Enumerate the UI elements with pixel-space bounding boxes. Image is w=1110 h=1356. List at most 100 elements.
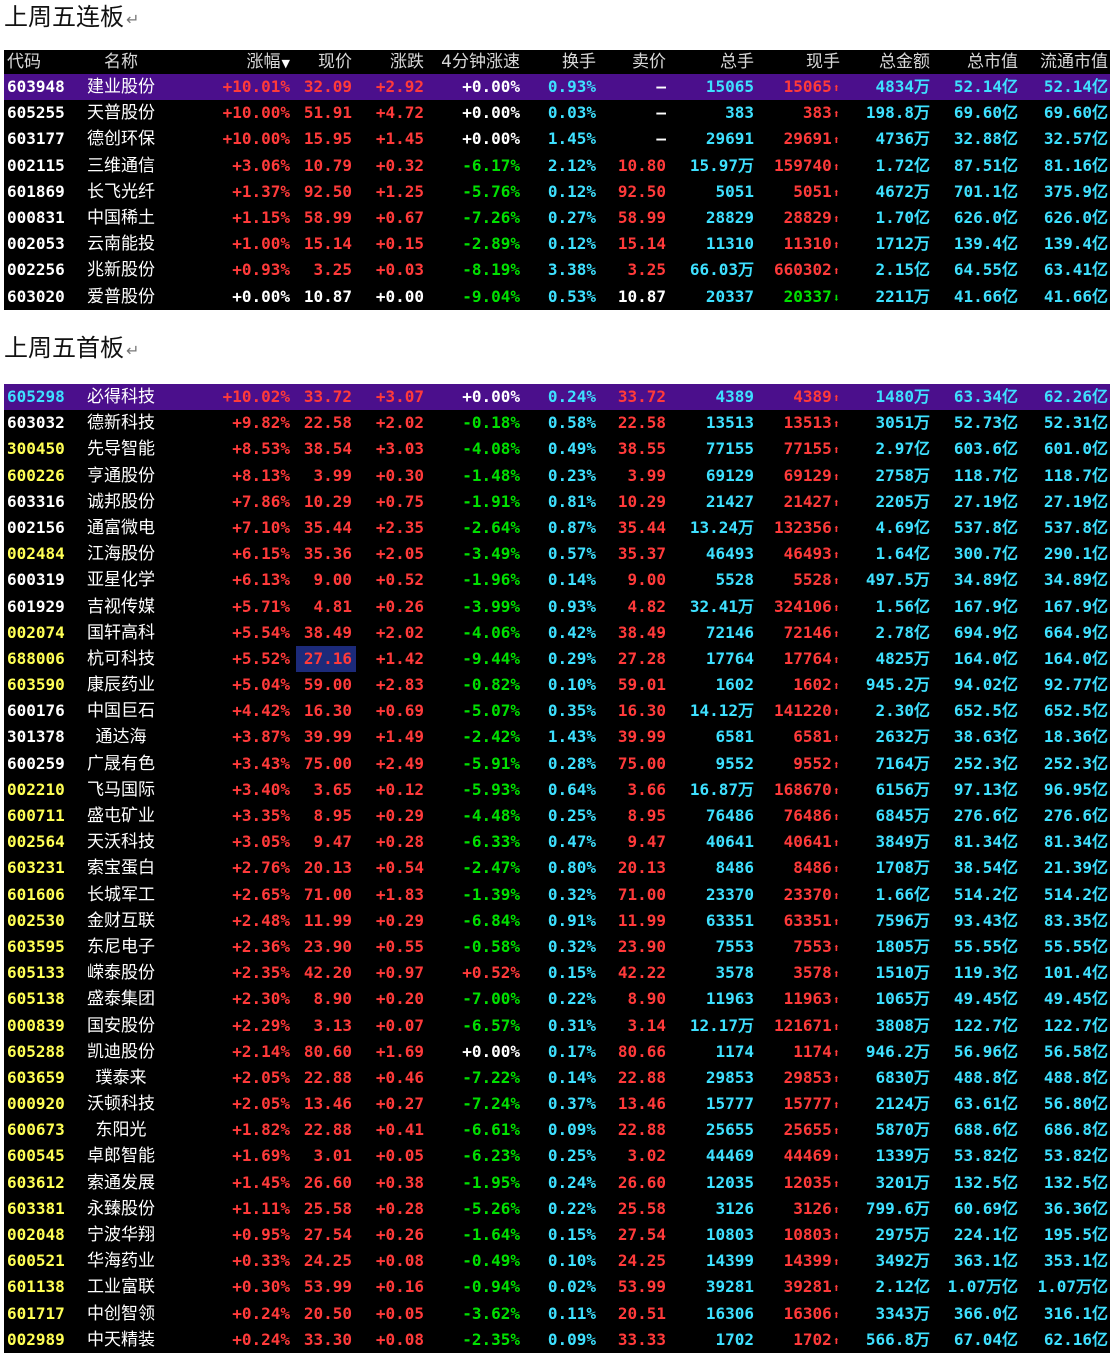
cell-code: 002074 [4, 620, 76, 646]
table-row[interactable]: 002053 云南能投 +1.00% 15.14 +0.15 -2.89% 0.12% 15.… [4, 231, 1110, 257]
cell-sell-value: 3.66 [627, 779, 666, 799]
table-row[interactable]: 002989 中天精装 +0.24% 33.30 +0.08 -2.35% 0.09% 33.… [4, 1327, 1110, 1353]
sort-down-icon[interactable]: ▼ [282, 52, 290, 74]
table-row[interactable]: 002210 飞马国际 +3.40% 3.65 +0.12 -5.93% 0.64% 3.66… [4, 777, 1110, 803]
table-row[interactable]: 603381 永臻股份 +1.11% 25.58 +0.28 -5.26% 0.22% 25.… [4, 1196, 1110, 1222]
table-row[interactable]: 603177 德创环保 +10.00% 15.95 +1.45 +0.00% 1.45% – 2… [4, 126, 1110, 152]
table-row[interactable]: 603590 康辰药业 +5.04% 59.00 +2.83 -0.82% 0.10% 59.… [4, 672, 1110, 698]
table-row[interactable]: 603020 爱普股份 +0.00% 10.87 +0.00 -9.04% 0.53% 10.… [4, 284, 1110, 310]
table-row[interactable]: 603316 诚邦股份 +7.86% 10.29 +0.75 -1.91% 0.81% 10.… [4, 489, 1110, 515]
cell-vol: 7553 [674, 934, 758, 960]
table-row[interactable]: 002256 兆新股份 +0.93% 3.25 +0.03 -8.19% 3.38% 3.25… [4, 257, 1110, 283]
table-row[interactable]: 301378 通达海 +3.87% 39.99 +1.49 -2.42% 1.43% 39.9… [4, 724, 1110, 750]
cell-sell: 35.44 [604, 515, 674, 541]
cell-sell: 59.01 [604, 672, 674, 698]
table-row[interactable]: 605133 嵘泰股份 +2.35% 42.20 +0.97 +0.52% 0.15% 42.… [4, 960, 1110, 986]
table-row[interactable]: 603948 建业股份 +10.01% 32.09 +2.92 +0.00% 0.93% – 1… [4, 74, 1110, 101]
table-row[interactable]: 600259 广晟有色 +3.43% 75.00 +2.49 -5.91% 0.28% 75.… [4, 751, 1110, 777]
cell-amt-value: 6156万 [875, 779, 930, 799]
cell-sell: 3.25 [604, 257, 674, 283]
column-header-cur[interactable]: 现手 [758, 50, 842, 74]
table-row[interactable]: 000920 沃顿科技 +2.05% 13.46 +0.27 -7.24% 0.37% 13.… [4, 1091, 1110, 1117]
table-row[interactable]: 600545 卓郎智能 +1.69% 3.01 +0.05 -6.23% 0.25% 3.02… [4, 1143, 1110, 1169]
table-row[interactable]: 601869 长飞光纤 +1.37% 92.50 +1.25 -5.76% 0.12% 92.… [4, 179, 1110, 205]
cell-vol-value: 15065 [705, 77, 754, 96]
cell-speed-value: -3.62% [462, 1303, 520, 1323]
cell-mcap-value: 38.63亿 [953, 727, 1018, 747]
table-row[interactable]: 300450 先导智能 +8.53% 38.54 +3.03 -4.08% 0.49% 38.… [4, 436, 1110, 462]
cell-pct-value: +0.33% [232, 1251, 290, 1271]
cell-turn-value: 0.22% [547, 989, 596, 1009]
column-header-price[interactable]: 现价 [296, 50, 356, 74]
table-row[interactable]: 603032 德新科技 +9.82% 22.58 +2.02 -0.18% 0.58% 22.… [4, 410, 1110, 436]
table-row[interactable]: 605288 凯迪股份 +2.14% 80.60 +1.69 +0.00% 0.17% 80.… [4, 1039, 1110, 1065]
table-row[interactable]: 605298 必得科技 +10.02% 33.72 +3.07 +0.00% 0.24% 33… [4, 384, 1110, 411]
cell-sell: 4.82 [604, 594, 674, 620]
column-header-code[interactable]: 代码 [4, 50, 76, 74]
table-row[interactable]: 601717 中创智领 +0.24% 20.50 +0.05 -3.62% 0.11% 20.… [4, 1301, 1110, 1327]
table-row[interactable]: 002484 江海股份 +6.15% 35.36 +2.05 -3.49% 0.57% 35.… [4, 541, 1110, 567]
table-row[interactable]: 000831 中国稀土 +1.15% 58.99 +0.67 -7.26% 0.27% 58.… [4, 205, 1110, 231]
table-row[interactable]: 002048 宁波华翔 +0.95% 27.54 +0.26 -1.64% 0.15% 27.… [4, 1222, 1110, 1248]
cell-code: 002256 [4, 257, 76, 283]
cell-code-value: 600176 [7, 701, 65, 721]
cell-price-value: 75.00 [303, 753, 352, 773]
cell-vol: 12.17万 [674, 1013, 758, 1039]
column-header-amt[interactable]: 总金额 [842, 50, 932, 74]
cell-turn: 0.10% [526, 672, 604, 698]
cell-chg: +3.07 [356, 384, 426, 410]
cell-turn: 0.80% [526, 855, 604, 881]
table-row[interactable]: 600673 东阳光 +1.82% 22.88 +0.41 -6.61% 0.09% 22.8… [4, 1117, 1110, 1143]
cell-amt-value: 3201万 [875, 1172, 930, 1192]
column-header-mcap[interactable]: 总市值 [932, 50, 1020, 74]
cell-sell: 8.95 [604, 803, 674, 829]
table-row[interactable]: 605138 盛泰集团 +2.30% 8.90 +0.20 -7.00% 0.22% 8.90… [4, 986, 1110, 1012]
cell-chg-value: +0.07 [375, 1015, 424, 1035]
cell-amt: 1339万 [842, 1143, 932, 1169]
table-row[interactable]: 600319 亚星化学 +6.13% 9.00 +0.52 -1.96% 0.14% 9.00… [4, 567, 1110, 593]
table-row[interactable]: 600226 亨通股份 +8.13% 3.99 +0.30 -1.48% 0.23% 3.99… [4, 463, 1110, 489]
table-row[interactable]: 002564 天沃科技 +3.05% 9.47 +0.28 -6.33% 0.47% 9.47… [4, 829, 1110, 855]
cell-code: 603948 [4, 74, 76, 100]
table-row[interactable]: 600711 盛屯矿业 +3.35% 8.95 +0.29 -4.48% 0.25% 8.95… [4, 803, 1110, 829]
cell-name-value: 杭可科技 [87, 648, 155, 669]
table-row[interactable]: 603231 索宝蛋白 +2.76% 20.13 +0.54 -2.47% 0.80% 20.… [4, 855, 1110, 881]
cell-amt: 945.2万 [842, 672, 932, 698]
cell-cur: 5051⬆ [758, 179, 842, 205]
cell-code-value: 002115 [7, 155, 65, 175]
table-row[interactable]: 600176 中国巨石 +4.42% 16.30 +0.69 -5.07% 0.35% 16.… [4, 698, 1110, 724]
table-row[interactable]: 002074 国轩高科 +5.54% 38.49 +2.02 -4.06% 0.42% 38.… [4, 620, 1110, 646]
column-header-pct[interactable]: 涨幅▼ [166, 50, 296, 74]
table-row[interactable]: 688006 杭可科技 +5.52% 27.16 +1.42 -9.44% 0.29% 27.… [4, 645, 1110, 673]
cell-code-value: 600521 [7, 1251, 65, 1271]
column-header-chg[interactable]: 涨跌 [356, 50, 426, 74]
column-header-sell[interactable]: 卖价 [604, 50, 674, 74]
table-row[interactable]: 002115 三维通信 +3.06% 10.79 +0.32 -6.17% 2.12% 10.… [4, 153, 1110, 179]
column-header-vol[interactable]: 总手 [674, 50, 758, 74]
table-row[interactable]: 601138 工业富联 +0.30% 53.99 +0.16 -0.94% 0.02% 53.… [4, 1274, 1110, 1300]
cell-fcap: 83.35亿 [1020, 908, 1110, 934]
cell-mcap: 97.13亿 [932, 777, 1020, 803]
cell-price-value: 9.00 [313, 570, 352, 590]
cell-chg: +0.29 [356, 803, 426, 829]
table-row[interactable]: 601606 长城军工 +2.65% 71.00 +1.83 -1.39% 0.32% 71.… [4, 882, 1110, 908]
cell-price: 3.01 [296, 1143, 356, 1169]
cell-turn-value: 0.93% [547, 596, 596, 616]
table-row[interactable]: 601929 吉视传媒 +5.71% 4.81 +0.26 -3.99% 0.93% 4.82… [4, 594, 1110, 620]
table-row[interactable]: 605255 天普股份 +10.00% 51.91 +4.72 +0.00% 0.03% – 3… [4, 100, 1110, 126]
cell-turn: 0.12% [526, 231, 604, 257]
cell-sell: 27.28 [604, 646, 674, 672]
cell-turn-value: 0.25% [547, 1146, 596, 1166]
cell-mcap-value: 27.19亿 [953, 491, 1018, 511]
table-row[interactable]: 603659 璞泰来 +2.05% 22.88 +0.46 -7.22% 0.14% 22.8… [4, 1065, 1110, 1091]
table-row[interactable]: 603595 东尼电子 +2.36% 23.90 +0.55 -0.58% 0.32% 23.… [4, 934, 1110, 960]
table-row[interactable]: 002530 金财互联 +2.48% 11.99 +0.29 -6.84% 0.91% 11.… [4, 908, 1110, 934]
table-row[interactable]: 600521 华海药业 +0.33% 24.25 +0.08 -0.49% 0.10% 24.… [4, 1248, 1110, 1274]
column-header-speed[interactable]: 4分钟涨速 [426, 50, 526, 74]
column-header-name[interactable]: 名称 [76, 50, 166, 74]
table-row[interactable]: 000839 国安股份 +2.29% 3.13 +0.07 -6.57% 0.31% 3.14… [4, 1013, 1110, 1039]
column-header-fcap[interactable]: 流通市值 [1020, 50, 1110, 74]
table-row[interactable]: 603612 索通发展 +1.45% 26.60 +0.38 -1.95% 0.24% 26.… [4, 1170, 1110, 1196]
table-row[interactable]: 002156 通富微电 +7.10% 35.44 +2.35 -2.64% 0.87% 35.… [4, 515, 1110, 541]
column-header-turn[interactable]: 换手 [526, 50, 604, 74]
